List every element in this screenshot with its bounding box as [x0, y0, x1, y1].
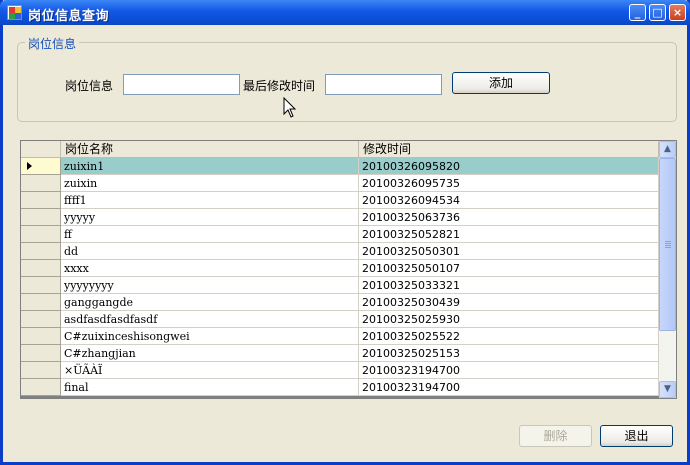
scroll-thumb[interactable]: [659, 158, 676, 331]
row-header[interactable]: [21, 328, 61, 345]
cell-modified-time[interactable]: 20100325033321: [359, 277, 659, 294]
cell-modified-time[interactable]: 20100326095820: [359, 158, 659, 175]
close-button[interactable]: ×: [669, 4, 686, 21]
cell-position-name[interactable]: yyyyy: [61, 209, 359, 226]
row-header[interactable]: [21, 362, 61, 379]
table-row[interactable]: final 20100323194700: [21, 379, 659, 396]
cell-position-name[interactable]: asdfasdfasdfasdf: [61, 311, 359, 328]
table-row[interactable]: ganggangde 20100325030439: [21, 294, 659, 311]
row-header[interactable]: [21, 294, 61, 311]
row-header[interactable]: [21, 209, 61, 226]
add-button[interactable]: 添加: [452, 72, 550, 94]
grid-body: 岗位名称 修改时间 zuixin1 20100326095820 zuixin 201…: [21, 141, 659, 398]
cell-modified-time[interactable]: 20100325052821: [359, 226, 659, 243]
cell-modified-time[interactable]: 20100323194700: [359, 379, 659, 396]
cell-position-name[interactable]: ganggangde: [61, 294, 359, 311]
main-window: 岗位信息查询 _ □ × 岗位信息 岗位信息 最后修改时间 添加 岗位名称 修改…: [0, 0, 690, 465]
cell-modified-time[interactable]: 20100325025930: [359, 311, 659, 328]
cell-modified-time[interactable]: 20100326095735: [359, 175, 659, 192]
position-grid[interactable]: 岗位名称 修改时间 zuixin1 20100326095820 zuixin 201…: [20, 140, 677, 399]
table-row[interactable]: C#zuixinceshisongwei 20100325025522: [21, 328, 659, 345]
grid-header: 岗位名称 修改时间: [21, 141, 659, 158]
position-input[interactable]: [123, 74, 240, 95]
row-header[interactable]: [21, 175, 61, 192]
cell-modified-time[interactable]: 20100325030439: [359, 294, 659, 311]
cell-modified-time[interactable]: 20100325025153: [359, 345, 659, 362]
table-row[interactable]: yyyyyyyy 20100325033321: [21, 277, 659, 294]
row-header[interactable]: [21, 158, 61, 175]
table-row[interactable]: ×ÜÃ­ÀÏ 20100323194700: [21, 362, 659, 379]
delete-button[interactable]: 删除: [519, 425, 592, 447]
vertical-scrollbar[interactable]: ▲ ▼: [659, 141, 676, 398]
table-row[interactable]: C#zhangjian 20100325025153: [21, 345, 659, 362]
scroll-down-arrow-icon[interactable]: ▼: [659, 381, 676, 398]
table-row[interactable]: zuixin1 20100326095820: [21, 158, 659, 175]
row-header[interactable]: [21, 345, 61, 362]
table-row[interactable]: yyyyy 20100325063736: [21, 209, 659, 226]
row-header[interactable]: [21, 226, 61, 243]
cell-position-name[interactable]: C#zhangjian: [61, 345, 359, 362]
cell-modified-time[interactable]: 20100325025522: [359, 328, 659, 345]
table-row[interactable]: xxxx 20100325050107: [21, 260, 659, 277]
cell-position-name[interactable]: zuixin: [61, 175, 359, 192]
row-header[interactable]: [21, 379, 61, 396]
column-header-time[interactable]: 修改时间: [359, 141, 659, 158]
modified-time-input[interactable]: [325, 74, 442, 95]
cell-position-name[interactable]: C#zuixinceshisongwei: [61, 328, 359, 345]
table-row[interactable]: zuixin 20100326095735: [21, 175, 659, 192]
position-label: 岗位信息: [65, 79, 114, 93]
minimize-button[interactable]: _: [629, 4, 646, 21]
scroll-up-arrow-icon[interactable]: ▲: [659, 141, 676, 158]
group-legend: 岗位信息: [25, 35, 80, 52]
table-row[interactable]: asdfasdfasdfasdf 20100325025930: [21, 311, 659, 328]
cell-position-name[interactable]: xxxx: [61, 260, 359, 277]
cell-position-name[interactable]: zuixin1: [61, 158, 359, 175]
cell-position-name[interactable]: final: [61, 379, 359, 396]
header-corner: [21, 141, 61, 158]
title-bar[interactable]: 岗位信息查询 _ □ ×: [0, 0, 690, 25]
row-header[interactable]: [21, 277, 61, 294]
cell-position-name[interactable]: yyyyyyyy: [61, 277, 359, 294]
cell-position-name[interactable]: ff: [61, 226, 359, 243]
row-header[interactable]: [21, 260, 61, 277]
mouse-cursor-icon: [283, 97, 297, 118]
current-row-arrow-icon: [27, 162, 32, 170]
column-header-name[interactable]: 岗位名称: [61, 141, 359, 158]
cell-position-name[interactable]: ffff1: [61, 192, 359, 209]
table-row[interactable]: ffff1 20100326094534: [21, 192, 659, 209]
row-header[interactable]: [21, 243, 61, 260]
cell-position-name[interactable]: ×ÜÃ­ÀÏ: [61, 362, 359, 379]
row-header[interactable]: [21, 192, 61, 209]
table-row[interactable]: ff 20100325052821: [21, 226, 659, 243]
cell-modified-time[interactable]: 20100323194700: [359, 362, 659, 379]
app-icon: [7, 5, 22, 20]
modified-time-label: 最后修改时间: [243, 79, 316, 93]
cell-modified-time[interactable]: 20100325050107: [359, 260, 659, 277]
cell-modified-time[interactable]: 20100326094534: [359, 192, 659, 209]
cell-modified-time[interactable]: 20100325050301: [359, 243, 659, 260]
cell-modified-time[interactable]: 20100325063736: [359, 209, 659, 226]
exit-button[interactable]: 退出: [600, 425, 673, 447]
cell-position-name[interactable]: dd: [61, 243, 359, 260]
row-header[interactable]: [21, 311, 61, 328]
window-title: 岗位信息查询: [28, 9, 110, 24]
maximize-button[interactable]: □: [649, 4, 666, 21]
table-row[interactable]: dd 20100325050301: [21, 243, 659, 260]
